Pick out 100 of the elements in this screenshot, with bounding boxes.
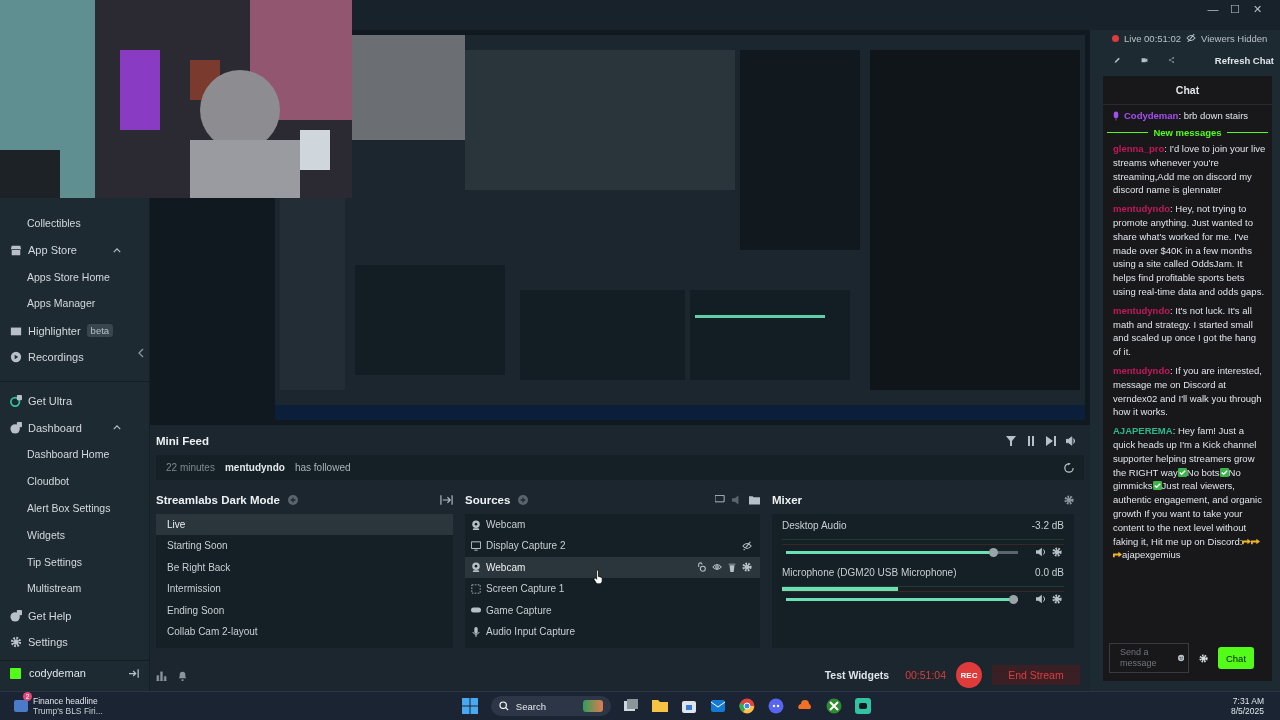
- speaker-icon[interactable]: [1036, 594, 1046, 604]
- sidebar-item[interactable]: Alert Box Settings: [0, 494, 149, 522]
- sidebar-item[interactable]: Apps Store Home: [0, 263, 149, 291]
- refresh-chat-button[interactable]: Refresh Chat: [1214, 54, 1274, 66]
- test-widgets-button[interactable]: Test Widgets: [818, 668, 896, 682]
- pause-icon[interactable]: [1026, 436, 1036, 446]
- chat-message: AJAPEREMA: Hey fam! Just a quick heads up I'm a Kick channel supporter helping streamers grow the RIGHT way No bots No gimmicks Just real viewers, authentic engagement, and organic growth If you want to take your content to the next level without faking it, Hit me up on Discord: ajapexgemius: [1113, 424, 1263, 563]
- clock-date: 8/5/2025: [1230, 706, 1264, 716]
- speaker-icon[interactable]: [1036, 547, 1046, 557]
- pencil-icon[interactable]: [1114, 55, 1121, 65]
- source-item[interactable]: Screen Capture 1: [465, 578, 760, 600]
- share-icon[interactable]: [1167, 55, 1175, 65]
- stream-timer: 00:51:04: [905, 669, 946, 681]
- emoji-icon[interactable]: [1177, 654, 1184, 662]
- scene-item[interactable]: Live: [156, 514, 453, 536]
- source-label: Webcam: [486, 518, 526, 532]
- checkmark-icon: [1152, 481, 1162, 491]
- webcam-icon: [471, 519, 481, 530]
- chat-message: mentudyndo: It's not luck. It's all math and strategy. I started small and scaled up once I got the hang of it.: [1113, 303, 1258, 359]
- window-control-button[interactable]: —: [1204, 0, 1222, 18]
- sidebar-item[interactable]: Widgets: [0, 521, 149, 549]
- sidebar-item[interactable]: Tip Settings: [0, 548, 149, 576]
- game-app-icon[interactable]: [826, 698, 843, 714]
- source-item[interactable]: Display Capture 2: [465, 535, 760, 557]
- scene-item[interactable]: Intermission: [156, 578, 453, 600]
- transition-icon[interactable]: [440, 495, 453, 505]
- monitor-icon[interactable]: [715, 495, 726, 505]
- streaming-app-icon[interactable]: [855, 698, 872, 714]
- filter-icon[interactable]: [1006, 436, 1016, 446]
- new-messages-divider: New messages: [1153, 127, 1222, 138]
- trash-icon[interactable]: [727, 562, 737, 573]
- settings-icon[interactable]: [1052, 594, 1062, 604]
- kick-logo-icon: [10, 667, 21, 679]
- source-item[interactable]: Game Capture: [465, 599, 760, 621]
- folder-icon[interactable]: [652, 698, 669, 714]
- eye-slash-icon[interactable]: [1186, 34, 1197, 42]
- refresh-icon[interactable]: [1064, 462, 1074, 473]
- message-input[interactable]: Send a message: [1109, 643, 1189, 673]
- volume-icon[interactable]: [1066, 436, 1076, 446]
- browser-icon[interactable]: [739, 698, 756, 714]
- window-control-button[interactable]: ✕: [1248, 0, 1266, 18]
- sidebar-item[interactable]: Multistream: [0, 575, 149, 603]
- start-icon[interactable]: [462, 698, 479, 714]
- end-stream-button[interactable]: End Stream: [992, 665, 1080, 685]
- search-field[interactable]: Search: [490, 696, 611, 716]
- sidebar-item[interactable]: App Store: [0, 236, 149, 264]
- sidebar-label: Recordings: [28, 351, 84, 364]
- microphone-icon: [471, 626, 481, 637]
- sidebar-label: Get Ultra: [28, 395, 72, 408]
- sidebar-item[interactable]: Collectibles: [0, 210, 149, 237]
- camera-icon[interactable]: [1140, 55, 1148, 65]
- chat-app-icon[interactable]: [768, 698, 785, 714]
- record-button[interactable]: REC: [956, 662, 982, 688]
- logout-icon[interactable]: [129, 668, 139, 678]
- beta-badge: beta: [86, 324, 114, 338]
- source-item[interactable]: Audio Input Capture: [465, 620, 760, 643]
- eye-icon[interactable]: [712, 562, 722, 573]
- scene-item[interactable]: Starting Soon: [156, 535, 453, 557]
- scene-item[interactable]: Be Right Back: [156, 556, 453, 579]
- chevron-icon[interactable]: [113, 425, 121, 431]
- source-item[interactable]: Webcam: [465, 514, 760, 536]
- sidebar-item[interactable]: Get Ultra: [0, 387, 149, 415]
- store-icon[interactable]: [681, 698, 698, 714]
- collapse-icon[interactable]: [138, 348, 144, 358]
- viewer-count: Viewers Hidden: [1201, 32, 1268, 44]
- settings-icon[interactable]: [742, 562, 752, 573]
- sidebar-item[interactable]: Recordings: [0, 344, 149, 371]
- event-time: 22 minutes: [166, 462, 215, 473]
- chat-message: mentudyndo: Hey, not trying to promote anything. Just wanted to share what's worked for me. I've made over $40K in a few months using a site called OddsJam. It helps find profitable sports bets using real-time data and odds gaps.: [1113, 202, 1266, 299]
- bar-chart-icon[interactable]: [156, 669, 167, 681]
- mail-icon[interactable]: [710, 698, 727, 714]
- slider-thumb[interactable]: [988, 547, 998, 557]
- slider-thumb[interactable]: [1009, 594, 1018, 604]
- channel-name: Microphone (DGM20 USB Microphone): [782, 567, 957, 578]
- sidebar-item[interactable]: Settings: [0, 628, 149, 656]
- source-label: Webcam: [486, 560, 526, 575]
- scene-collection-title[interactable]: Streamlabs Dark Mode: [156, 494, 280, 506]
- source-item[interactable]: Webcam: [465, 556, 760, 579]
- window-control-button[interactable]: ☐: [1226, 0, 1244, 18]
- add-icon[interactable]: [288, 495, 298, 505]
- sidebar-item[interactable]: Cloudbot: [0, 468, 149, 495]
- skip-icon[interactable]: [1046, 436, 1056, 446]
- sidebar-item[interactable]: Dashboard: [0, 414, 149, 442]
- sidebar-item[interactable]: Dashboard Home: [0, 441, 149, 469]
- sidebar-item[interactable]: Apps Manager: [0, 290, 149, 318]
- eye-slash-icon[interactable]: [742, 541, 752, 552]
- scene-item[interactable]: Ending Soon: [156, 599, 453, 621]
- sidebar-item[interactable]: Get Help: [0, 602, 149, 629]
- scene-item[interactable]: Collab Cam 2-layout: [156, 620, 453, 643]
- sidebar-item[interactable]: Highlighter beta: [0, 317, 149, 344]
- bell-icon[interactable]: [177, 669, 188, 681]
- chat-send-button[interactable]: Chat: [1218, 647, 1254, 669]
- folder-icon[interactable]: [749, 495, 760, 505]
- lock-icon[interactable]: [697, 562, 707, 573]
- chevron-icon[interactable]: [113, 247, 121, 253]
- settings-icon[interactable]: [1052, 547, 1062, 557]
- sidebar-label: App Store: [28, 244, 77, 257]
- task-view-icon[interactable]: [623, 698, 640, 714]
- volume-slider[interactable]: [786, 594, 1018, 604]
- add-icon[interactable]: [518, 495, 529, 505]
